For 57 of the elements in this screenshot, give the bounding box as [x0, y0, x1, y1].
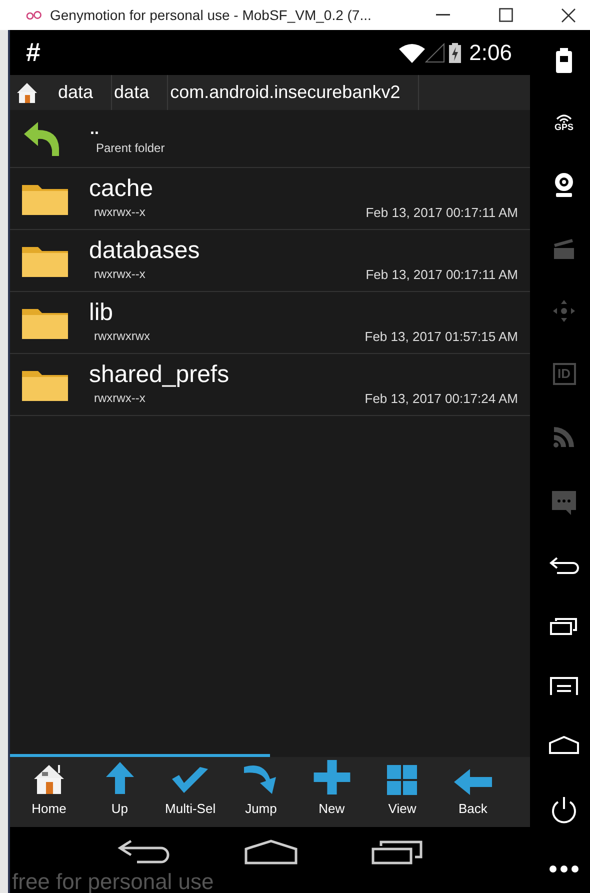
- permissions: rwxrwx--x: [94, 266, 146, 283]
- minimize-icon[interactable]: [436, 14, 450, 16]
- back-icon[interactable]: [549, 556, 579, 576]
- folder-name: databases: [89, 236, 201, 265]
- battery-icon[interactable]: [555, 48, 573, 74]
- power-icon[interactable]: [550, 794, 578, 825]
- parent-folder-label: Parent folder: [96, 140, 165, 156]
- grid-icon: [387, 764, 418, 794]
- maximize-icon[interactable]: [499, 8, 513, 22]
- breadcrumb[interactable]: data: [58, 75, 112, 110]
- notification-icon: #: [26, 33, 40, 72]
- modified-date: Feb 13, 2017 00:17:11 AM: [366, 204, 518, 222]
- folder-row[interactable]: cache rwxrwx--x Feb 13, 2017 00:17:11 AM: [10, 168, 530, 230]
- toolbar-button[interactable]: Home: [16, 760, 82, 824]
- wifi-icon: [399, 42, 426, 62]
- permissions: rwxrwx--x: [94, 390, 146, 407]
- folder-name: cache: [89, 174, 154, 203]
- recent-apps-icon[interactable]: [549, 616, 579, 636]
- more-icon[interactable]: [549, 864, 579, 873]
- folder-name: lib: [89, 298, 114, 327]
- folder-row[interactable]: shared_prefs rwxrwx--x Feb 13, 2017 00:17:24 AM: [10, 354, 530, 416]
- left-arrow-icon: [454, 768, 492, 794]
- permissions: rwxrwx--x: [94, 204, 146, 221]
- modified-date: Feb 13, 2017 00:17:11 AM: [366, 266, 518, 284]
- toolbar-button[interactable]: Up: [86, 760, 153, 824]
- folder-row[interactable]: lib rwxrwxrwx Feb 13, 2017 01:57:15 AM: [10, 292, 530, 354]
- checkmark-icon: [170, 764, 210, 794]
- toolbar-button[interactable]: Back: [440, 760, 506, 824]
- plus-icon: [312, 760, 351, 794]
- home-icon[interactable]: [244, 839, 298, 865]
- breadcrumb[interactable]: data: [114, 75, 168, 110]
- toolbar-button[interactable]: New: [298, 760, 365, 824]
- up-arrow-icon: [104, 760, 135, 794]
- menu-icon[interactable]: [549, 676, 579, 696]
- toolbar-button[interactable]: View: [369, 760, 436, 824]
- cell-signal-icon: [425, 42, 446, 62]
- folder-name: shared_prefs: [89, 360, 230, 389]
- house-icon: [32, 762, 66, 794]
- folder-row[interactable]: databases rwxrwx--x Feb 13, 2017 00:17:11 AM: [10, 230, 530, 292]
- house-icon[interactable]: [16, 82, 38, 104]
- parent-folder-row[interactable]: .. Parent folder: [10, 110, 530, 168]
- modified-date: Feb 13, 2017 00:17:24 AM: [364, 390, 518, 408]
- window-title: Genymotion for personal use - MobSF_VM_0.2 (7...: [50, 6, 372, 25]
- recent-apps-icon[interactable]: [371, 839, 424, 865]
- close-icon[interactable]: [561, 8, 576, 22]
- webcam-icon[interactable]: [553, 172, 575, 198]
- clock: 2:06: [469, 39, 512, 67]
- parent-folder-name: ..: [90, 120, 100, 138]
- back-arrow-icon: [22, 120, 62, 158]
- battery-charging-icon: [449, 42, 462, 62]
- app-logo-icon: [26, 10, 42, 20]
- breadcrumb[interactable]: com.android.insecurebankv2: [170, 75, 420, 110]
- back-icon[interactable]: [116, 839, 171, 865]
- modified-date: Feb 13, 2017 01:57:15 AM: [364, 328, 518, 346]
- toolbar-button[interactable]: Multi-Sel: [157, 760, 224, 824]
- permissions: rwxrwxrwx: [94, 328, 150, 345]
- toolbar-button[interactable]: Jump: [228, 760, 294, 824]
